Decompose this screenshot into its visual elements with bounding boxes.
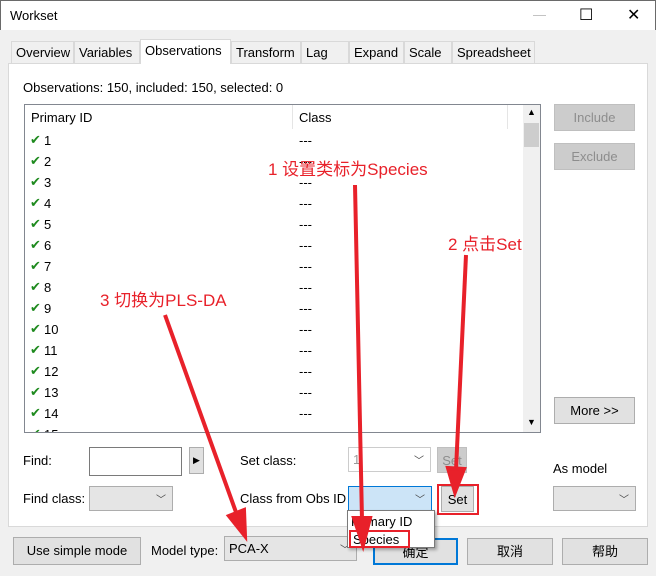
arrow-step-3 bbox=[163, 314, 239, 516]
arrow-step-2 bbox=[454, 254, 468, 471]
arrowhead-step-2 bbox=[445, 465, 467, 499]
arrowhead-step-1 bbox=[351, 516, 373, 553]
annotation-step-2: 2 点击Set bbox=[448, 235, 522, 254]
annotation-step-1: 1 设置类标为Species bbox=[268, 160, 428, 179]
arrowhead-step-3 bbox=[225, 507, 248, 542]
annotation-step-3: 3 切换为PLS-DA bbox=[100, 291, 227, 310]
annotation-arrows bbox=[163, 184, 468, 553]
arrow-step-1 bbox=[353, 184, 364, 521]
